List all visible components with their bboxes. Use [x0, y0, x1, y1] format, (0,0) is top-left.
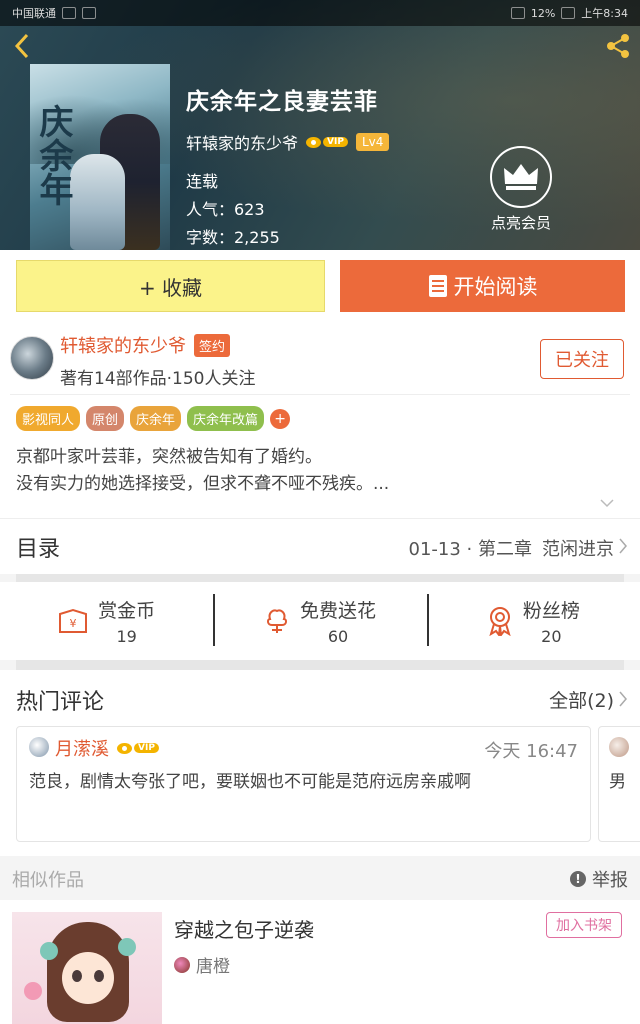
popularity: 人气：623: [186, 200, 265, 219]
battery-icon: [561, 7, 576, 19]
chevron-right-icon: [619, 538, 627, 554]
book-author[interactable]: 轩辕家的东少爷: [186, 130, 298, 154]
reward-label: 免费送花: [299, 600, 376, 622]
battery-label: 12%: [530, 6, 556, 20]
clock: 上午8:34: [581, 7, 628, 20]
fan-ranking-button[interactable]: 粉丝榜 20: [426, 582, 640, 660]
similar-header: 相似作品 ! 举报: [0, 856, 640, 900]
send-flower-button[interactable]: 免费送花 60: [213, 582, 426, 660]
back-button[interactable]: [8, 32, 36, 60]
reward-coins-button[interactable]: ¥ 赏金币 19: [0, 582, 213, 660]
start-reading-button[interactable]: 开始阅读: [340, 260, 625, 312]
notification-icon: [82, 7, 96, 19]
tag[interactable]: 庆余年: [130, 406, 182, 431]
tag[interactable]: 影视同人: [16, 406, 81, 431]
vip-badge: VIP: [306, 136, 348, 148]
book-info: 庆余年之良妻芸菲 轩辕家的东少爷 VIP Lv4 连载 人气：623 字数：2,…: [186, 82, 390, 250]
member-button[interactable]: 点亮会员: [486, 146, 556, 233]
wifi-icon: [62, 7, 76, 19]
reward-label: 粉丝榜: [522, 600, 580, 622]
latest-chapter-date: 01-13 · 第二章: [408, 539, 532, 560]
action-bar: + 收藏 开始阅读: [0, 250, 640, 322]
flower-icon: [266, 609, 287, 633]
alarm-icon: [510, 7, 525, 19]
divider: [10, 394, 630, 395]
reward-label: 赏金币: [98, 600, 156, 622]
svg-text:¥: ¥: [70, 617, 77, 630]
reward-value: 20: [541, 627, 562, 646]
cover-title: 庆余年: [33, 104, 73, 206]
similar-title: 相似作品: [12, 870, 84, 891]
comment-card[interactable]: 月潆溪 VIP 今天 16:47 范良，剧情太夸张了吧，要联姻也不可能是范府远房…: [16, 726, 591, 842]
add-favorite-button[interactable]: + 收藏: [16, 260, 325, 312]
share-button[interactable]: [602, 30, 634, 62]
similar-book-author: 唐橙: [196, 957, 230, 977]
vip-badge: VIP: [117, 742, 159, 754]
comment-card[interactable]: 男: [598, 726, 640, 842]
chevron-left-icon: [14, 33, 29, 59]
comment-text: 范良，剧情太夸张了吧，要联姻也不可能是范府远房亲戚啊: [29, 772, 471, 792]
similar-book-cover: [12, 912, 162, 1024]
book-title: 庆余年之良妻芸菲: [186, 89, 378, 115]
comment-text: 男: [609, 772, 626, 792]
add-tag-button[interactable]: +: [270, 408, 291, 429]
latest-chapter-title: 范闲进京: [542, 539, 614, 560]
eye-icon: [306, 136, 322, 148]
author-avatar: [174, 956, 190, 973]
status-bar: 中国联通 12% 上午8:34: [0, 0, 640, 26]
commenter-avatar: [609, 737, 629, 757]
carrier-label: 中国联通: [12, 7, 56, 20]
reward-value: 60: [327, 627, 349, 646]
serial-status: 连载: [186, 172, 219, 191]
expand-chevron-icon[interactable]: [600, 498, 614, 508]
crown-icon: [504, 164, 538, 190]
author-section: 轩辕家的东少爷 签约 著有14部作品·150人关注 已关注 影视同人 原创 庆余…: [0, 322, 640, 518]
book-icon: [428, 275, 447, 297]
share-icon: [607, 34, 629, 58]
author-name[interactable]: 轩辕家的东少爷: [60, 332, 186, 358]
similar-book-title: 穿越之包子逆袭: [174, 918, 314, 942]
signed-badge: 签约: [194, 333, 231, 357]
comments-section: 热门评论 全部(2) 月潆溪 VIP 今天 16:47 范良，剧情太夸张了吧，要…: [0, 670, 640, 856]
author-stats: 著有14部作品·150人关注: [60, 369, 256, 389]
comment-time: 今天 16:47: [484, 741, 578, 762]
book-cover[interactable]: 庆余年: [30, 64, 170, 250]
coin-envelope-icon: ¥: [59, 608, 88, 633]
report-button[interactable]: ! 举报: [570, 866, 628, 892]
commenter-name[interactable]: 月潆溪: [55, 735, 109, 761]
word-count: 字数：2,255: [186, 228, 280, 247]
comment-list: 月潆溪 VIP 今天 16:47 范良，剧情太夸张了吧，要联姻也不可能是范府远房…: [0, 724, 640, 856]
eye-icon: [117, 742, 132, 754]
alert-icon: !: [570, 871, 586, 887]
follow-button[interactable]: 已关注: [540, 339, 624, 379]
level-badge: Lv4: [355, 133, 390, 151]
similar-book-item[interactable]: 穿越之包子逆袭 唐橙 加入书架: [0, 900, 640, 1024]
tag-list: 影视同人 原创 庆余年 庆余年改篇 +: [16, 406, 291, 431]
commenter-avatar: [29, 737, 49, 757]
member-label: 点亮会员: [490, 214, 551, 232]
reward-value: 19: [116, 627, 137, 646]
reward-bar: ¥ 赏金币 19 免费送花 60 粉丝榜 20: [0, 582, 640, 660]
book-intro[interactable]: 京都叶家叶芸菲，突然被告知有了婚约。 没有实力的她选择接受，但求不聋不哑不残疾。…: [16, 444, 624, 498]
catalog-title: 目录: [16, 537, 61, 562]
divider: [16, 660, 624, 670]
medal-icon: [489, 607, 511, 636]
add-to-shelf-button[interactable]: 加入书架: [546, 912, 622, 938]
author-avatar[interactable]: [10, 336, 54, 380]
chevron-right-icon: [619, 691, 627, 707]
comments-title: 热门评论: [16, 690, 105, 715]
all-comments-link[interactable]: 全部(2): [549, 686, 614, 713]
start-reading-label: 开始阅读: [453, 275, 538, 299]
catalog-row[interactable]: 目录 01-13 · 第二章 范闲进京: [0, 518, 640, 574]
tag[interactable]: 原创: [86, 406, 125, 431]
tag[interactable]: 庆余年改篇: [187, 406, 265, 431]
book-header: 中国联通 12% 上午8:34 庆余年 庆余年之良妻芸菲 轩辕家的东少爷 VIP…: [0, 0, 640, 250]
